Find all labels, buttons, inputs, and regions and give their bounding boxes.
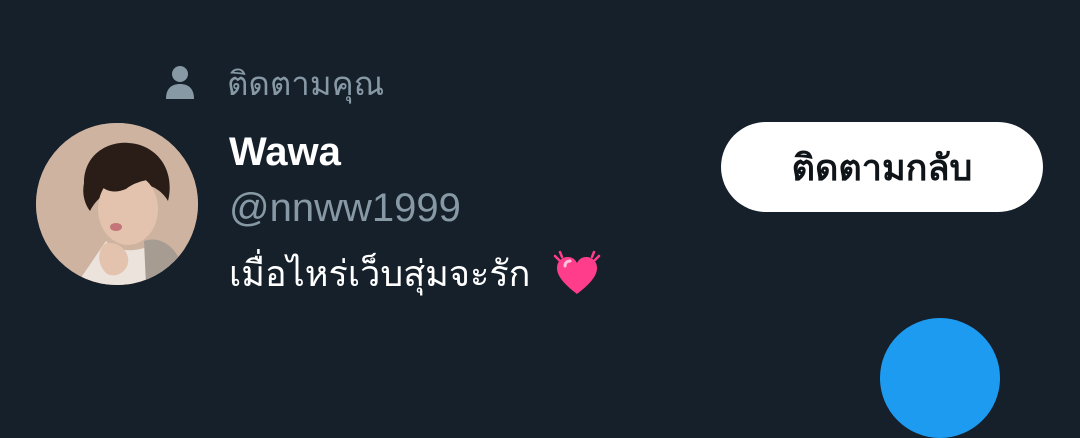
compose-fab[interactable] [880, 318, 1000, 438]
followed-you-context: ติดตามคุณ [165, 60, 384, 106]
display-name[interactable]: Wawa [229, 128, 341, 176]
person-icon [165, 65, 195, 101]
follow-back-button[interactable]: ติดตามกลับ [721, 122, 1043, 212]
follower-list-item[interactable]: ติดตามคุณ Wawa @nnww1999 เมื่อไหร่เว็บสุ… [0, 0, 1080, 343]
bio-text: เมื่อไหร่เว็บสุ่มจะรัก [229, 254, 531, 295]
avatar[interactable] [36, 123, 198, 285]
followed-you-label: ติดตามคุณ [227, 63, 385, 103]
beating-heart-icon [552, 250, 602, 300]
username-handle: @nnww1999 [229, 186, 461, 230]
bio: เมื่อไหร่เว็บสุ่มจะรัก [229, 250, 602, 300]
